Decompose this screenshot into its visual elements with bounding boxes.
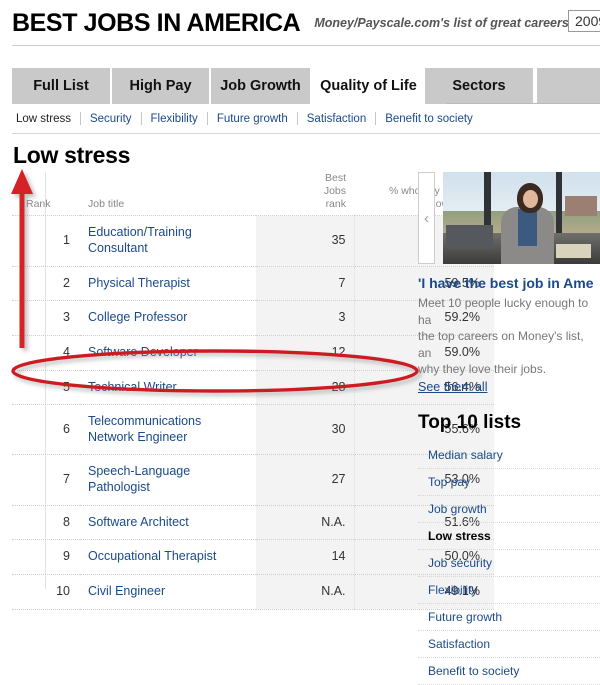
cell-job-title[interactable]: Occupational Therapist [80, 539, 256, 575]
cell-rank: 4 [12, 334, 80, 371]
cell-job-title[interactable]: Technical Writer [80, 369, 256, 405]
cell-best-jobs-rank: 3 [256, 300, 354, 336]
cell-best-jobs-rank: 14 [256, 539, 354, 575]
cell-rank: 1 [12, 215, 80, 267]
subnav-separator [79, 112, 81, 125]
photo-console [446, 225, 494, 250]
masthead-divider [12, 45, 600, 46]
column-header-best-jobs-rank[interactable]: Best Jobs rank [256, 172, 354, 216]
top-10-item-median-salary[interactable]: Median salary [418, 442, 600, 469]
subnav-separator [375, 112, 377, 125]
cell-rank: 5 [12, 369, 80, 405]
subnav-separator [296, 112, 298, 125]
photo-window-frame-right [556, 172, 563, 237]
cell-job-title[interactable]: College Professor [80, 300, 256, 336]
tab-quality-of-life[interactable]: Quality of Life [312, 68, 425, 104]
subnav-separator [206, 112, 208, 125]
column-header-job-title[interactable]: Job title [80, 172, 256, 216]
cell-job-title[interactable]: Speech-Language Pathologist [80, 454, 256, 506]
tab-full-list[interactable]: Full List [12, 68, 112, 104]
top-10-lists: Median salary Top pay Job growth Low stress… [418, 442, 600, 685]
photo-person-shirt [518, 208, 538, 246]
cell-rank: 3 [12, 300, 80, 336]
cell-job-title[interactable]: Education/Training Consultant [80, 215, 256, 267]
top-10-item-job-security[interactable]: Job security [418, 550, 600, 577]
cell-rank: 10 [12, 573, 80, 610]
feature-headline[interactable]: 'I have the best job in Ame [418, 275, 600, 291]
cell-best-jobs-rank: N.A. [256, 573, 354, 610]
woman-in-office-photo[interactable] [443, 172, 600, 264]
subnav-divider [12, 133, 600, 134]
cell-job-title[interactable]: Physical Therapist [80, 265, 256, 301]
subnav-item-benefit-to-society[interactable]: Benefit to society [385, 113, 473, 125]
top-10-item-future-growth[interactable]: Future growth [418, 604, 600, 631]
top-10-item-benefit-to-society[interactable]: Benefit to society [418, 658, 600, 685]
tabbar-filler [535, 68, 600, 104]
column-header-rank[interactable]: Rank [12, 172, 80, 216]
tab-sectors[interactable]: Sectors [425, 68, 535, 104]
cell-best-jobs-rank: 7 [256, 265, 354, 301]
subnav-item-flexibility[interactable]: Flexibility [151, 113, 198, 125]
subnav-item-future-growth[interactable]: Future growth [217, 113, 288, 125]
subnav-item-security[interactable]: Security [90, 113, 132, 125]
masthead: BEST JOBS IN AMERICA Money/Payscale.com'… [0, 0, 600, 46]
year-select[interactable]: 2009 [568, 10, 600, 32]
cell-best-jobs-rank: N.A. [256, 504, 354, 540]
cell-job-title[interactable]: Software Architect [80, 504, 256, 540]
page-title: Low stress [13, 142, 131, 168]
tab-high-pay[interactable]: High Pay [112, 68, 211, 104]
primary-tabs: Full List High Pay Job Growth Quality of… [12, 68, 600, 104]
subnav-item-satisfaction[interactable]: Satisfaction [307, 113, 366, 125]
tab-job-growth[interactable]: Job Growth [211, 68, 312, 104]
subnav-item-low-stress[interactable]: Low stress [16, 113, 71, 125]
cell-job-title[interactable]: Software Developer [80, 334, 256, 371]
cell-rank: 2 [12, 265, 80, 301]
feature-description: Meet 10 people lucky enough to ha the to… [418, 296, 589, 377]
photo-desk-phone [556, 243, 591, 259]
site-subtitle: Money/Payscale.com's list of great caree… [314, 16, 569, 30]
cell-best-jobs-rank: 27 [256, 454, 354, 506]
cell-rank: 7 [12, 454, 80, 506]
site-title: BEST JOBS IN AMERICA [12, 8, 301, 37]
chevron-left-icon[interactable]: ‹ [418, 172, 435, 264]
cell-rank: 6 [12, 404, 80, 455]
cell-best-jobs-rank: 30 [256, 404, 354, 455]
subnav-separator [140, 112, 142, 125]
top-10-lists-title: Top 10 lists [418, 411, 522, 433]
photo-building [565, 195, 597, 217]
cell-best-jobs-rank: 35 [256, 215, 354, 267]
see-them-all-link[interactable]: See them all [418, 380, 600, 394]
cell-rank: 8 [12, 504, 80, 540]
top-10-item-top-pay[interactable]: Top pay [418, 469, 600, 496]
tabbar-underline [446, 103, 600, 104]
cell-best-jobs-rank: 28 [256, 369, 354, 405]
jobs-table-container: Rank Job title Best Jobs rank % who say … [12, 172, 494, 610]
top-10-item-satisfaction[interactable]: Satisfaction [418, 631, 600, 658]
photo-carousel: ‹ [418, 172, 600, 264]
cell-rank: 9 [12, 539, 80, 575]
secondary-nav: Low stress Security Flexibility Future g… [16, 112, 473, 125]
cell-best-jobs-rank: 12 [256, 334, 354, 371]
top-10-item-job-growth[interactable]: Job growth [418, 496, 600, 523]
top-10-item-flexibility[interactable]: Flexibility [418, 577, 600, 604]
right-rail: ‹ 'I have the best job in Ame Meet 10 pe… [418, 172, 600, 685]
cell-job-title[interactable]: Civil Engineer [80, 573, 256, 610]
cell-job-title[interactable]: Telecommunications Network Engineer [80, 404, 256, 455]
top-10-item-low-stress[interactable]: Low stress [418, 523, 600, 550]
